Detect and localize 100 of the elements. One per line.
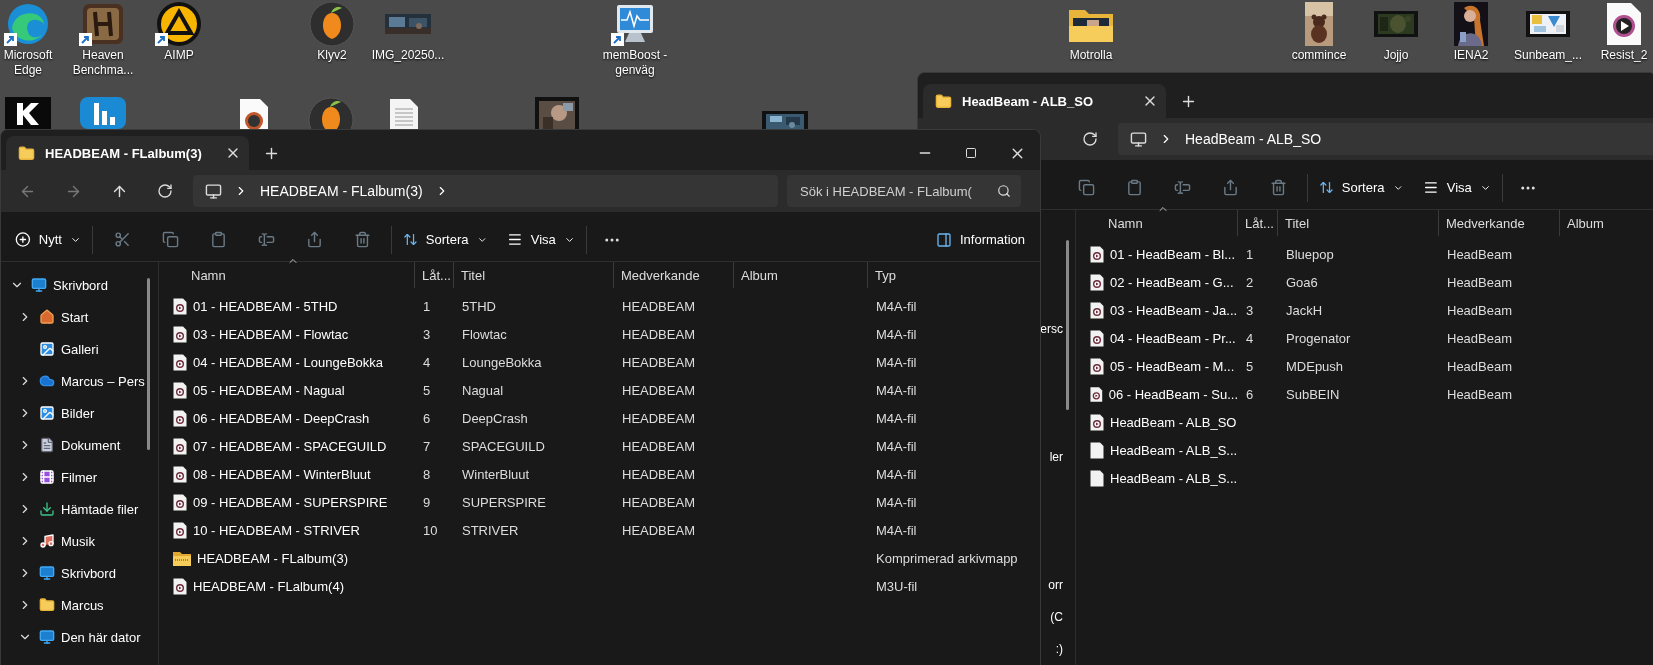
table-cell: M4A-fil [876,438,917,454]
rename-icon[interactable] [1173,179,1191,196]
file-name[interactable]: 07 - HEADBEAM - SPACEGUILD [193,438,387,454]
file-name[interactable]: 09 - HEADBEAM - SUPERSPIRE [193,494,388,510]
paste-icon[interactable] [209,231,227,248]
sidebar-item[interactable]: Start [61,309,89,325]
audio-file-icon [1090,301,1104,319]
address-bar[interactable]: HeadBeam - ALB_SO [1118,123,1653,155]
refresh-icon[interactable] [1082,131,1098,147]
sort-button[interactable]: Sortera [397,222,493,257]
desktop-icon-label[interactable]: Heaven Benchma... [65,48,141,78]
maximize-icon[interactable] [965,147,977,159]
file-name[interactable]: 04 - HeadBeam - Pr... [1110,330,1236,346]
file-name[interactable]: HeadBeam - ALB_S... [1110,442,1238,458]
sidebar-item[interactable]: orr [1048,578,1063,592]
file-name[interactable]: 02 - HeadBeam - G... [1110,274,1234,290]
window-tab[interactable]: HeadBeam - ALB_SO [923,84,1166,118]
column-header[interactable]: Titel [454,262,614,288]
copy-icon[interactable] [1077,179,1095,196]
sidebar-item[interactable]: Skrivbord [61,565,116,581]
file-name[interactable]: 06 - HeadBeam - Su... [1108,386,1238,402]
table-cell: 1 [1246,246,1254,262]
sidebar-item[interactable]: Musik [61,533,95,549]
desktop-icon-label[interactable]: commince [1291,48,1347,63]
desktop-icon-label[interactable]: Jojjo [1383,48,1409,63]
sidebar-item[interactable]: :) [1055,642,1063,656]
information-button[interactable]: Information [930,222,1034,257]
sidebar-item[interactable]: Galleri [61,341,99,357]
file-name[interactable]: 05 - HEADBEAM - Nagual [193,382,345,398]
sidebar-item[interactable]: (C [1050,610,1063,624]
share-icon[interactable] [1221,179,1239,196]
desktop-icon-label[interactable]: IMG_20250... [371,48,445,63]
file-name[interactable]: 01 - HEADBEAM - 5THD [193,298,338,314]
file-name[interactable]: 06 - HEADBEAM - DeepCrash [193,410,370,426]
file-name[interactable]: 04 - HEADBEAM - LoungeBokka [193,354,384,370]
column-header[interactable]: Album [734,262,868,288]
desktop-icon-label[interactable]: Sunbeam_... [1513,48,1582,63]
sort-button[interactable]: Sortera [1313,170,1409,205]
audio-file-icon [173,493,187,511]
desktop-icon-label[interactable]: Resist_2 [1600,48,1648,63]
audio-file-icon [173,437,187,455]
address-bar[interactable]: HEADBEAM - FLalbum(3) [193,175,778,207]
file-name[interactable]: 10 - HEADBEAM - STRIVER [193,522,360,538]
scrollbar[interactable] [147,278,150,450]
refresh-icon[interactable] [157,183,173,199]
column-header[interactable]: Låt... [1238,210,1278,236]
sidebar-item[interactable]: Den här dator [61,629,141,645]
file-name[interactable]: 03 - HEADBEAM - Flowtac [193,326,349,342]
scrollbar[interactable] [1066,240,1069,410]
desktop-icon-label[interactable]: memBoost - genväg [597,48,673,78]
column-header[interactable]: Namn [159,262,415,288]
file-name[interactable]: 01 - HeadBeam - Bl... [1110,246,1235,262]
column-header[interactable]: Låt... [415,262,454,288]
trash-icon[interactable] [353,231,371,248]
view-button[interactable]: Visa [1417,170,1497,205]
breadcrumb[interactable]: HeadBeam - ALB_SO [1185,131,1322,147]
rename-icon[interactable] [257,231,275,248]
breadcrumb[interactable]: HEADBEAM - FLalbum(3) [260,183,423,199]
file-name[interactable]: 05 - HeadBeam - M... [1110,358,1235,374]
sidebar-item[interactable]: ersc [1040,322,1063,336]
file-name[interactable]: HEADBEAM - FLalbum(3) [197,550,348,566]
sidebar-item[interactable]: Skrivbord [53,277,108,293]
desktop-icon-label[interactable]: Klyv2 [317,48,347,63]
trash-icon[interactable] [1269,179,1287,196]
sidebar-item[interactable]: Hämtade filer [61,501,139,517]
pictures-icon [39,405,55,421]
desktop-icon-label[interactable]: IENA2 [1453,48,1489,63]
sidebar-item[interactable]: Filmer [61,469,98,485]
file-name[interactable]: HeadBeam - ALB_S... [1110,470,1238,486]
audio-file-icon [173,353,187,371]
window-tab[interactable]: HEADBEAM - FLalbum(3) [6,136,249,170]
column-header[interactable]: Titel [1278,210,1439,236]
sidebar-item[interactable]: Bilder [61,405,95,421]
desktop-icon-label[interactable]: Motrolla [1069,48,1113,63]
sidebar-item[interactable]: ler [1049,450,1063,464]
desktop-icon-label[interactable]: Microsoft Edge [0,48,66,78]
view-button[interactable]: Visa [501,222,581,257]
column-header[interactable]: Namn [1076,210,1238,236]
file-name[interactable]: 08 - HEADBEAM - WinterBluut [193,466,371,482]
file-name[interactable]: HEADBEAM - FLalbum(4) [193,578,344,594]
sidebar-item[interactable]: Marcus – Pers [61,373,145,389]
column-header[interactable]: Medverkande [614,262,734,288]
column-header[interactable]: Typ [868,262,1040,288]
column-header[interactable]: Medverkande [1439,210,1560,236]
file-name[interactable]: 03 - HeadBeam - Ja... [1110,302,1238,318]
copy-icon[interactable] [161,231,179,248]
table-cell: Goa6 [1286,274,1318,290]
share-icon[interactable] [305,231,323,248]
sidebar-item[interactable]: Marcus [61,597,104,613]
sidebar-item[interactable]: Dokument [61,437,121,453]
search-field[interactable]: Sök i HEADBEAM - FLalbum( [787,175,1021,207]
file-name[interactable]: HeadBeam - ALB_SO [1110,414,1237,430]
new-button[interactable]: Nytt [9,222,87,257]
desktop-icon-label[interactable]: AIMP [164,48,194,63]
table-cell: SPACEGUILD [462,438,545,454]
paste-icon[interactable] [1125,179,1143,196]
cut-icon[interactable] [113,231,131,248]
table-cell: Nagual [462,382,504,398]
table-cell: Flowtac [462,326,507,342]
column-header[interactable]: Album [1560,210,1653,236]
